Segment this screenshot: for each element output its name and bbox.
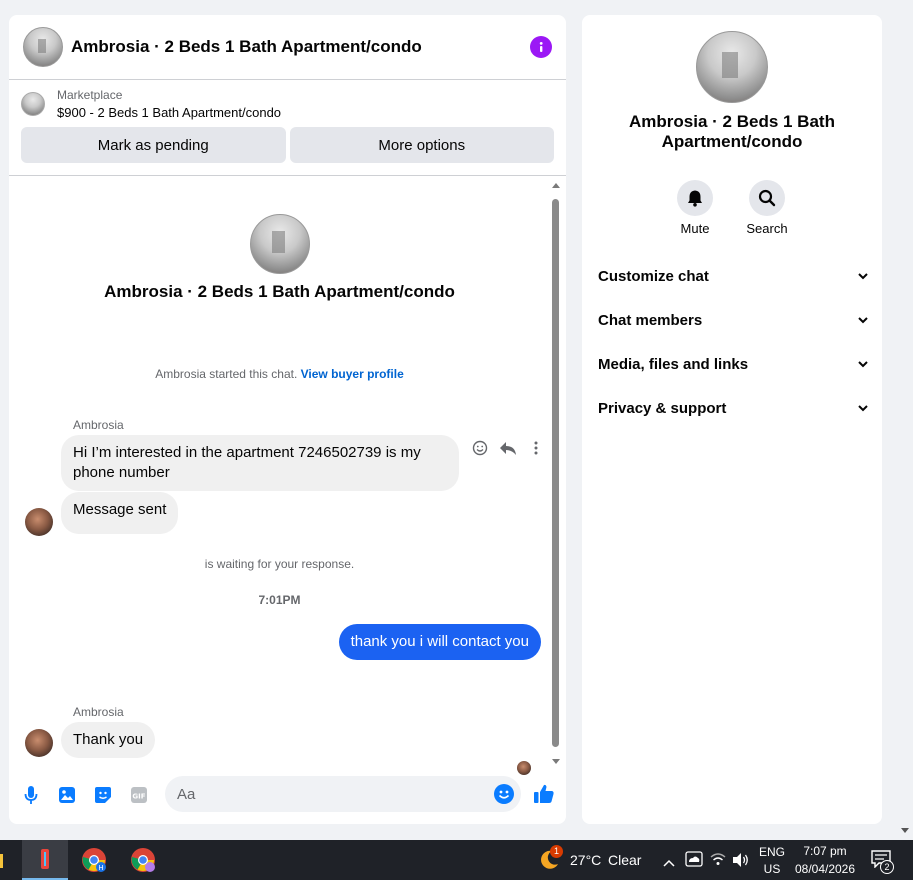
mute-button[interactable] <box>677 180 713 216</box>
chat-panel: Ambrosia · 2 Beds 1 Bath Apartment/condo… <box>9 15 566 824</box>
chat-started-notice: Ambrosia started this chat. View buyer p… <box>9 367 550 381</box>
listing-avatar[interactable] <box>23 27 63 67</box>
chevron-down-icon <box>858 361 868 368</box>
conversation-name: Ambrosia · 2 Beds 1 Bath Apartment/condo <box>104 282 455 301</box>
sender-name: Ambrosia <box>73 418 124 432</box>
listing-thumbnail[interactable] <box>21 92 45 116</box>
windows-taskbar: H 1 27°C Clear ENG US 7:07 pm 08/04/2026… <box>0 840 913 880</box>
info-icon[interactable] <box>530 36 552 58</box>
file-explorer-icon[interactable] <box>0 840 16 880</box>
view-buyer-profile-link[interactable]: View buyer profile <box>301 367 404 381</box>
onedrive-icon[interactable] <box>685 851 703 872</box>
bell-icon <box>688 190 702 207</box>
message-timestamp: 7:01PM <box>258 593 301 607</box>
marketplace-listing: Marketplace $900 - 2 Beds 1 Bath Apartme… <box>9 80 566 176</box>
mark-as-pending-button[interactable]: Mark as pending <box>21 127 286 163</box>
weather-description[interactable]: Clear <box>608 852 641 868</box>
notification-count: 2 <box>880 860 894 874</box>
scroll-up-arrow[interactable] <box>552 183 560 188</box>
section-label: Customize chat <box>598 268 709 285</box>
sender-avatar[interactable] <box>25 508 53 536</box>
react-icon[interactable] <box>471 439 489 457</box>
section-label: Chat members <box>598 312 703 329</box>
chevron-up-icon[interactable] <box>663 854 675 872</box>
message-composer: GIF Aa <box>9 775 566 815</box>
photo-icon[interactable] <box>57 785 77 805</box>
chat-started-text: Ambrosia started this chat. <box>155 367 298 381</box>
chrome-profile-icon[interactable] <box>120 840 166 880</box>
more-icon[interactable] <box>527 439 545 457</box>
section-chat-members[interactable]: Chat members <box>598 312 868 329</box>
sticker-icon[interactable] <box>93 785 113 805</box>
mute-label: Mute <box>680 221 710 236</box>
app-icon[interactable] <box>22 840 68 880</box>
svg-text:GIF: GIF <box>132 793 145 801</box>
wifi-icon[interactable] <box>710 852 726 871</box>
info-conversation-name: Ambrosia · 2 Beds 1 Bath Apartment/condo <box>629 112 835 151</box>
clock-date[interactable]: 08/04/2026 <box>793 862 857 876</box>
message-list[interactable]: Ambrosia · 2 Beds 1 Bath Apartment/condo… <box>9 177 566 775</box>
incoming-message[interactable]: Message sent <box>61 492 179 534</box>
listing-category: Marketplace <box>57 88 123 102</box>
message-actions <box>471 439 545 457</box>
conversation-avatar <box>250 214 310 274</box>
conversation-info-panel: Ambrosia · 2 Beds 1 Bath Apartment/condo… <box>582 15 882 824</box>
search-icon <box>758 189 776 207</box>
chevron-down-icon <box>858 405 868 412</box>
language-indicator[interactable]: ENG <box>756 845 788 859</box>
chevron-down-icon <box>858 317 868 324</box>
outgoing-message[interactable]: thank you i will contact you <box>338 624 541 660</box>
chevron-down-icon <box>858 273 868 280</box>
reply-icon[interactable] <box>499 439 517 457</box>
waiting-notice: is waiting for your response. <box>204 557 355 571</box>
search-button[interactable] <box>749 180 785 216</box>
listing-price-title[interactable]: $900 - 2 Beds 1 Bath Apartment/condo <box>57 105 281 120</box>
sender-name: Ambrosia <box>73 705 124 719</box>
chat-title[interactable]: Ambrosia · 2 Beds 1 Bath Apartment/condo <box>71 37 530 57</box>
clock-time[interactable]: 7:07 pm <box>793 844 857 858</box>
message-input[interactable]: Aa <box>165 776 521 812</box>
gif-icon[interactable]: GIF <box>129 785 149 805</box>
section-customize-chat[interactable]: Customize chat <box>598 268 868 285</box>
volume-icon[interactable] <box>732 852 750 873</box>
scroll-down-arrow[interactable] <box>552 759 560 764</box>
section-label: Media, files and links <box>598 356 749 373</box>
chat-scrollbar[interactable] <box>551 177 561 770</box>
section-privacy-support[interactable]: Privacy & support <box>598 400 868 417</box>
incoming-message[interactable]: Thank you <box>61 722 156 758</box>
seen-indicator-avatar <box>517 761 531 775</box>
search-label: Search <box>746 221 788 236</box>
chrome-icon[interactable]: H <box>71 840 117 880</box>
section-media-files-links[interactable]: Media, files and links <box>598 356 868 373</box>
weather-temperature[interactable]: 27°C <box>570 852 601 868</box>
more-options-button[interactable]: More options <box>289 127 554 163</box>
microphone-icon[interactable] <box>21 785 41 805</box>
keyboard-layout[interactable]: US <box>756 862 788 876</box>
emoji-icon[interactable] <box>494 784 514 804</box>
incoming-message[interactable]: Hi I’m interested in the apartment 72465… <box>61 435 459 491</box>
page-scroll-down-arrow[interactable] <box>901 828 909 833</box>
svg-text:H: H <box>98 864 103 872</box>
sender-avatar[interactable] <box>25 729 53 757</box>
section-label: Privacy & support <box>598 400 727 417</box>
chat-header: Ambrosia · 2 Beds 1 Bath Apartment/condo <box>9 15 566 80</box>
weather-badge: 1 <box>550 845 563 858</box>
scroll-thumb[interactable] <box>552 199 559 747</box>
thumbs-up-icon[interactable] <box>533 783 555 810</box>
info-avatar[interactable] <box>696 31 768 103</box>
